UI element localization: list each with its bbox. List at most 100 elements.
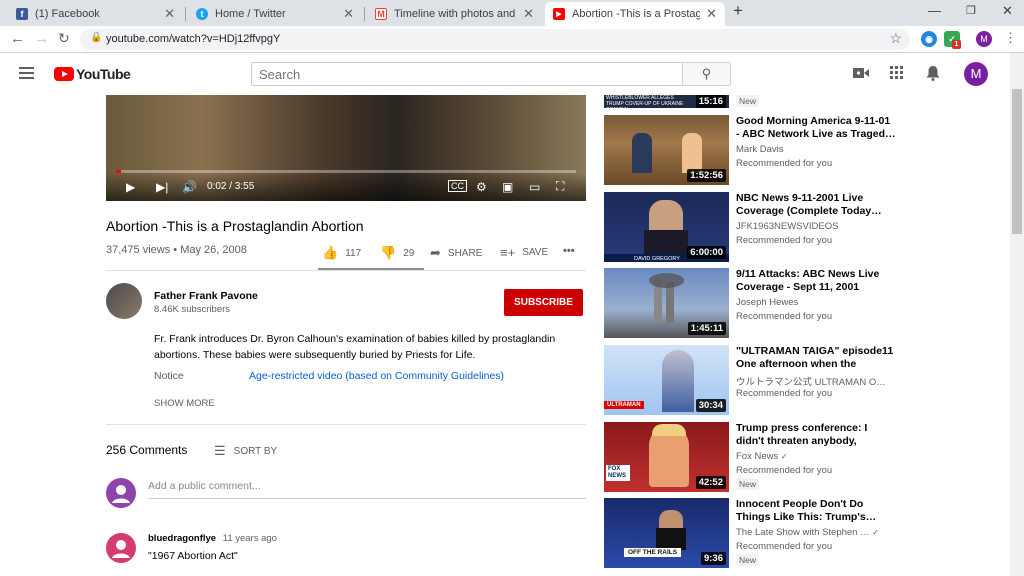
reload-icon[interactable]: ↻ xyxy=(58,30,70,47)
new-tab-icon[interactable]: + xyxy=(733,1,743,21)
channel-name[interactable]: Father Frank Pavone xyxy=(154,290,258,302)
scrollbar-thumb[interactable] xyxy=(1012,89,1022,234)
browser-menu-icon[interactable]: ⋮ xyxy=(1004,30,1017,46)
video-title[interactable]: "ULTRAMAN TAIGA" episode11 One afternoon… xyxy=(736,345,896,370)
thumbnail-caption: WHISTLEBLOWER ALLEGES TRUMP COVER-UP OF … xyxy=(606,95,684,108)
volume-icon[interactable]: 🔊 xyxy=(182,180,197,194)
video-title[interactable]: NBC News 9-11-2001 Live Coverage (Comple… xyxy=(736,192,896,217)
more-actions-button[interactable]: ••• xyxy=(563,245,575,257)
notifications-bell-icon[interactable] xyxy=(926,66,940,85)
recommended-video[interactable]: 1:52:56 Good Morning America 9-11-01 - A… xyxy=(604,115,1010,187)
search-button[interactable]: ⚲ xyxy=(682,62,731,86)
recommended-video[interactable]: DAVID GREGORY 6:00:00 NBC News 9-11-2001… xyxy=(604,192,1010,264)
close-tab-icon[interactable]: ✕ xyxy=(343,6,354,22)
show-more-button[interactable]: SHOW MORE xyxy=(154,398,215,409)
browser-tab-bar: f (1) Facebook ✕ t Home / Twitter ✕ M Ti… xyxy=(0,0,1024,26)
youtube-logo[interactable]: YouTube xyxy=(54,66,131,82)
video-duration: 42:52 xyxy=(695,476,726,489)
tab-facebook[interactable]: f (1) Facebook ✕ xyxy=(8,2,183,26)
recommended-video[interactable]: OFF THE RAILS 9:36 Innocent People Don't… xyxy=(604,498,1010,570)
thumbnail-hair xyxy=(652,424,686,436)
comment-time[interactable]: 11 years ago xyxy=(223,533,277,544)
close-tab-icon[interactable]: ✕ xyxy=(523,6,534,22)
video-thumbnail: FOX NEWS 42:52 xyxy=(604,422,729,492)
minimize-icon[interactable]: — xyxy=(928,3,941,18)
channel-name[interactable]: Fox News ✓ xyxy=(736,451,891,462)
comment-author[interactable]: bluedragonflye xyxy=(148,533,216,544)
recommended-video[interactable]: ULTRAMAN 30:34 "ULTRAMAN TAIGA" episode1… xyxy=(604,345,1010,417)
dislike-button[interactable]: 👎 29 xyxy=(380,245,414,261)
recommended-video[interactable]: 1:45:11 9/11 Attacks: ABC News Live Cove… xyxy=(604,268,1010,340)
description-line: Fr. Frank introduces Dr. Byron Calhoun's… xyxy=(154,333,556,345)
recommended-label: Recommended for you xyxy=(736,465,833,476)
miniplayer-icon[interactable]: ▣ xyxy=(502,180,513,194)
profile-avatar[interactable]: M xyxy=(976,31,992,47)
subscriber-count: 8.46K subscribers xyxy=(154,304,231,315)
channel-name[interactable]: Mark Davis xyxy=(736,144,891,155)
comment-input[interactable]: Add a public comment... xyxy=(148,480,586,499)
back-icon[interactable]: ← xyxy=(10,30,25,47)
twitter-icon: t xyxy=(196,8,208,20)
like-button[interactable]: 👍 117 xyxy=(322,245,361,261)
channel-name[interactable]: ウルトラマン公式 ULTRAMAN O… xyxy=(736,374,891,388)
upload-date: May 26, 2008 xyxy=(180,244,247,256)
save-button[interactable]: ≡+ SAVE xyxy=(500,245,548,260)
channel-name[interactable]: JFK1963NEWSVIDEOS xyxy=(736,221,891,232)
close-tab-icon[interactable]: ✕ xyxy=(706,6,717,22)
youtube-icon: ▶ xyxy=(553,8,565,20)
page-scrollbar[interactable] xyxy=(1010,53,1024,576)
commenter-avatar[interactable] xyxy=(106,533,136,563)
restore-icon[interactable]: ❐ xyxy=(966,4,976,17)
search-box[interactable] xyxy=(251,62,683,86)
sort-by-button[interactable]: ☰ SORT BY xyxy=(214,443,277,459)
video-duration: 15:16 xyxy=(695,95,726,108)
tab-youtube-active[interactable]: ▶ Abortion -This is a Prostaglandin ✕ xyxy=(545,2,725,26)
hamburger-menu-icon[interactable] xyxy=(19,67,34,79)
tab-twitter[interactable]: t Home / Twitter ✕ xyxy=(188,2,362,26)
thumbnail-tower xyxy=(666,282,674,323)
forward-icon[interactable]: → xyxy=(34,30,49,47)
channel-name[interactable]: Joseph Hewes xyxy=(736,297,891,308)
close-tab-icon[interactable]: ✕ xyxy=(164,6,175,22)
video-stats: 37,475 views • May 26, 2008 xyxy=(106,244,247,256)
apps-grid-icon[interactable] xyxy=(890,66,903,83)
channel-name[interactable]: The Late Show with Stephen … ✓ xyxy=(736,527,891,538)
lock-icon: 🔒 xyxy=(90,32,103,43)
add-playlist-icon: ≡+ xyxy=(500,245,516,260)
fullscreen-icon[interactable]: ⛶ xyxy=(556,179,564,194)
play-icon[interactable]: ▶ xyxy=(126,180,135,194)
thumbs-up-icon: 👍 xyxy=(322,245,339,260)
captions-icon[interactable]: CC xyxy=(448,180,467,192)
search-input[interactable] xyxy=(252,63,682,85)
thumbnail-figure xyxy=(656,528,686,550)
create-video-icon[interactable] xyxy=(853,66,869,83)
recommended-video[interactable]: FOX NEWS 42:52 Trump press conference: I… xyxy=(604,422,1010,494)
theater-mode-icon[interactable]: ▭ xyxy=(529,180,540,194)
tab-title: Timeline with photos and citatio xyxy=(394,8,517,20)
settings-gear-icon[interactable]: ⚙ xyxy=(476,180,487,194)
thumbnail-caption: OFF THE RAILS xyxy=(624,548,682,557)
account-avatar[interactable]: M xyxy=(964,62,988,86)
url-text: youtube.com/watch?v=HDj12ffvpgY xyxy=(106,33,281,45)
tab-gmail[interactable]: M Timeline with photos and citatio ✕ xyxy=(367,2,542,26)
video-title[interactable]: 9/11 Attacks: ABC News Live Coverage - S… xyxy=(736,268,896,293)
video-title[interactable]: Innocent People Don't Do Things Like Thi… xyxy=(736,498,896,523)
share-button[interactable]: ➦ SHARE xyxy=(430,245,482,261)
video-player[interactable]: ▶ ▶| 🔊 0:02 / 3:55 CC ⚙ ▣ ▭ ⛶ xyxy=(106,95,586,201)
window-close-icon[interactable]: ✕ xyxy=(1002,3,1013,19)
bookmark-star-icon[interactable]: ☆ xyxy=(889,30,902,47)
video-title[interactable]: Trump press conference: I didn't threate… xyxy=(736,422,896,447)
age-restricted-link[interactable]: Age-restricted video (based on Community… xyxy=(249,370,504,382)
sort-label: SORT BY xyxy=(233,445,278,457)
sort-icon: ☰ xyxy=(214,443,226,458)
video-thumbnail: 1:45:11 xyxy=(604,268,729,338)
subscribe-button[interactable]: SUBSCRIBE xyxy=(504,289,583,316)
address-bar[interactable]: 🔒 youtube.com/watch?v=HDj12ffvpgY ☆ xyxy=(80,29,910,50)
recommended-video-partial[interactable]: WHISTLEBLOWER ALLEGES TRUMP COVER-UP OF … xyxy=(604,95,1010,108)
fox-news-logo: FOX NEWS xyxy=(606,465,630,481)
next-icon[interactable]: ▶| xyxy=(156,180,168,194)
channel-avatar[interactable] xyxy=(106,283,142,319)
video-title[interactable]: Good Morning America 9-11-01 - ABC Netwo… xyxy=(736,115,896,140)
extension-globe-icon[interactable]: ◉ xyxy=(921,31,937,47)
more-icon: ••• xyxy=(563,245,575,257)
